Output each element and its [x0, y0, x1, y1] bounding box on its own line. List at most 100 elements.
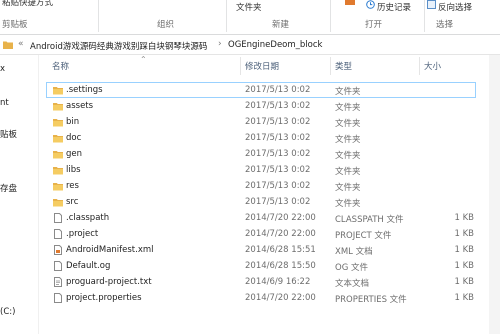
- folder-icon: [3, 40, 13, 52]
- file-type: OG 文件: [335, 263, 368, 273]
- file-type: PROJECT 文件: [335, 231, 392, 241]
- nav-item[interactable]: nt: [0, 98, 9, 108]
- column-header-name[interactable]: 名称: [52, 60, 69, 72]
- clipboard-group-label: 剪贴板: [2, 20, 28, 30]
- breadcrumb-overflow[interactable]: «: [18, 39, 24, 49]
- file-date: 2014/7/20 22:00: [245, 213, 316, 223]
- file-name: assets: [66, 101, 94, 111]
- select-group-label: 选择: [436, 20, 454, 30]
- file-row[interactable]: .settings 2017/5/13 0:02 文件夹: [46, 82, 476, 98]
- file-type: 文件夹: [335, 199, 361, 209]
- file-type: 文件夹: [335, 183, 361, 193]
- history-icon: [366, 0, 375, 12]
- file-row[interactable]: assets 2017/5/13 0:02 文件夹: [46, 98, 476, 114]
- file-row[interactable]: Default.og 2014/6/28 15:50 OG 文件 1 KB: [46, 258, 476, 274]
- new-folder-button[interactable]: 文件夹: [236, 1, 262, 13]
- ribbon-divider: [424, 0, 425, 32]
- file-type: 文件夹: [335, 167, 361, 177]
- nav-item-drive-c[interactable]: (C:): [0, 307, 15, 317]
- nav-item[interactable]: x: [0, 64, 5, 74]
- orange-app-icon: [345, 0, 355, 9]
- file-date: 2017/5/13 0:02: [245, 117, 311, 127]
- open-group-label: 打开: [365, 20, 383, 30]
- folder-icon: [53, 149, 63, 159]
- file-row[interactable]: AndroidManifest.xml 2014/6/28 15:51 XML 文档…: [46, 242, 476, 258]
- file-size: 1 KB: [454, 213, 474, 223]
- ribbon-divider: [330, 0, 331, 32]
- folder-icon: [53, 133, 63, 143]
- file-icon: [53, 293, 63, 303]
- file-row[interactable]: .classpath 2014/7/20 22:00 CLASSPATH 文件 1 K…: [46, 210, 476, 226]
- text-file-icon: [53, 277, 63, 287]
- file-row[interactable]: gen 2017/5/13 0:02 文件夹: [46, 146, 476, 162]
- paste-shortcut-button[interactable]: 粘贴快捷方式: [2, 0, 53, 8]
- file-date: 2014/7/20 22:00: [245, 293, 316, 303]
- breadcrumb-parent[interactable]: Android游戏源码经典游戏别踩白块钢琴块源码: [30, 40, 207, 52]
- file-date: 2017/5/13 0:02: [245, 101, 311, 111]
- column-separator[interactable]: [240, 57, 241, 75]
- file-name: gen: [66, 149, 83, 159]
- xml-file-icon: [53, 245, 63, 255]
- file-date: 2014/6/28 15:51: [245, 245, 316, 255]
- file-date: 2017/5/13 0:02: [245, 181, 311, 191]
- file-date: 2014/6/9 16:22: [245, 277, 311, 287]
- file-type: 文本文档: [335, 279, 370, 289]
- file-row[interactable]: proguard-project.txt 2014/6/9 16:22 文本文档 1 …: [46, 274, 476, 290]
- file-row[interactable]: project.properties 2014/7/20 22:00 PROPERT…: [46, 290, 476, 306]
- column-separator[interactable]: [419, 57, 420, 75]
- new-group-label: 新建: [272, 20, 290, 30]
- breadcrumb-current[interactable]: OGEngineDeom_block: [228, 40, 322, 50]
- file-row[interactable]: src 2017/5/13 0:02 文件夹: [46, 194, 476, 210]
- history-button[interactable]: 历史记录: [377, 1, 411, 13]
- nav-item[interactable]: 存盘: [0, 182, 17, 194]
- folder-icon: [53, 101, 63, 111]
- file-type: 文件夹: [335, 119, 361, 129]
- column-header-size[interactable]: 大小: [424, 60, 441, 72]
- organize-group-label: 组织: [157, 20, 175, 30]
- file-size: 1 KB: [454, 293, 474, 303]
- folder-icon: [53, 117, 63, 127]
- file-row[interactable]: doc 2017/5/13 0:02 文件夹: [46, 130, 476, 146]
- file-type: XML 文档: [335, 247, 373, 257]
- file-name: libs: [66, 165, 81, 175]
- file-name: AndroidManifest.xml: [66, 245, 154, 255]
- file-name: .settings: [66, 85, 103, 95]
- file-type: 文件夹: [335, 87, 361, 97]
- file-row[interactable]: bin 2017/5/13 0:02 文件夹: [46, 114, 476, 130]
- ribbon: 粘贴快捷方式 剪贴板 组织 文件夹 新建 历史记录 打开 反向选择 选择: [0, 0, 500, 35]
- invert-selection-button[interactable]: 反向选择: [438, 1, 472, 13]
- file-name: res: [66, 181, 79, 191]
- breadcrumb-separator: ›: [218, 39, 222, 49]
- file-date: 2014/7/20 22:00: [245, 229, 316, 239]
- invert-selection-icon: [427, 0, 436, 12]
- nav-item[interactable]: 贴板: [0, 128, 17, 140]
- address-bar[interactable]: « Android游戏源码经典游戏别踩白块钢琴块源码 › OGEngineDeo…: [0, 35, 500, 55]
- file-icon: [53, 213, 63, 223]
- file-row[interactable]: res 2017/5/13 0:02 文件夹: [46, 178, 476, 194]
- folder-icon: [53, 197, 63, 207]
- file-row[interactable]: .project 2014/7/20 22:00 PROJECT 文件 1 KB: [46, 226, 476, 242]
- column-header-date[interactable]: 修改日期: [245, 60, 279, 72]
- file-name: doc: [66, 133, 82, 143]
- file-size: 1 KB: [454, 261, 474, 271]
- file-name: src: [66, 197, 79, 207]
- column-header-type[interactable]: 类型: [335, 60, 352, 72]
- folder-icon: [53, 181, 63, 191]
- file-date: 2017/5/13 0:02: [245, 149, 311, 159]
- file-date: 2014/6/28 15:50: [245, 261, 316, 271]
- file-type: CLASSPATH 文件: [335, 215, 404, 225]
- file-name: project.properties: [66, 293, 142, 303]
- file-row[interactable]: libs 2017/5/13 0:02 文件夹: [46, 162, 476, 178]
- scrollbar[interactable]: [489, 55, 500, 334]
- file-icon: [53, 261, 63, 271]
- column-separator[interactable]: [330, 57, 331, 75]
- file-type: 文件夹: [335, 103, 361, 113]
- file-name: proguard-project.txt: [66, 277, 152, 287]
- file-date: 2017/5/13 0:02: [245, 133, 311, 143]
- ribbon-divider: [226, 0, 227, 32]
- file-name: bin: [66, 117, 80, 127]
- file-date: 2017/5/13 0:02: [245, 85, 311, 95]
- ribbon-divider: [98, 0, 99, 32]
- file-date: 2017/5/13 0:02: [245, 165, 311, 175]
- file-date: 2017/5/13 0:02: [245, 197, 311, 207]
